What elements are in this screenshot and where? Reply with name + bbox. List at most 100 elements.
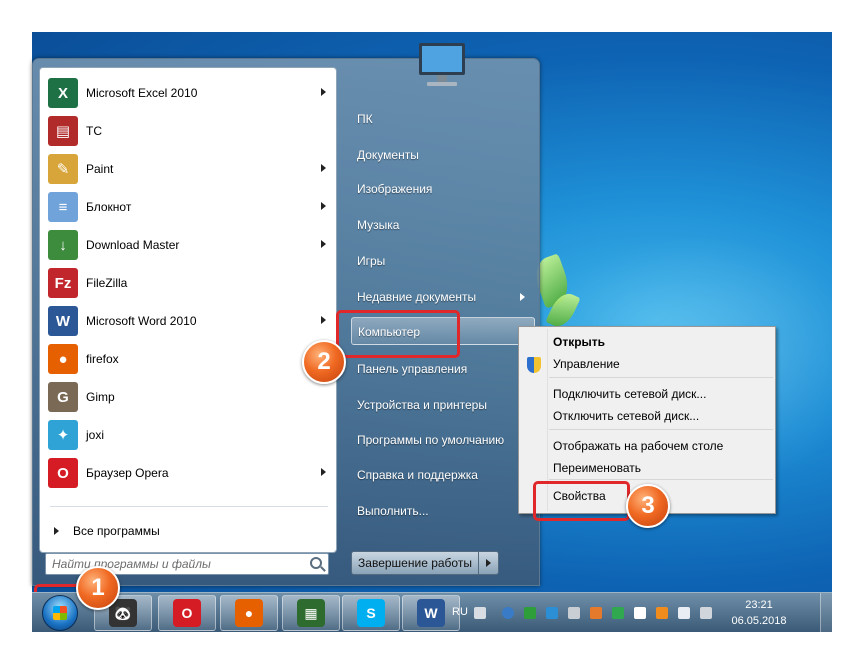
- flag-icon[interactable]: [634, 607, 646, 619]
- arrow-right-icon: [321, 88, 326, 96]
- arrow-right-icon: [321, 468, 326, 476]
- start-menu: Все программы X Microsoft Excel 2010 ▤ TC ✎ P…: [32, 43, 540, 586]
- program-label: Paint: [86, 162, 114, 176]
- program-label: joxi: [86, 428, 105, 442]
- signal-icon[interactable]: [678, 607, 690, 619]
- arrow-right-icon: [321, 164, 326, 172]
- all-programs-label: Все программы: [73, 524, 160, 538]
- volume-icon[interactable]: [700, 607, 712, 619]
- taskbar-button[interactable]: W: [402, 595, 460, 631]
- step-marker-2: 2: [302, 340, 346, 384]
- places-item[interactable]: Панель управления: [351, 355, 535, 383]
- search-icon[interactable]: [310, 557, 322, 569]
- skype-icon: S: [357, 599, 385, 627]
- context-menu-item[interactable]: Отключить сетевой диск...: [553, 405, 769, 427]
- program-item[interactable]: ✦ joxi: [42, 417, 334, 453]
- places-item[interactable]: ПК: [351, 105, 535, 133]
- firefox-icon: ●: [48, 344, 78, 374]
- program-item[interactable]: ▤ TC: [42, 113, 334, 149]
- leaf-icon[interactable]: [612, 607, 624, 619]
- places-item[interactable]: Программы по умолчанию: [351, 426, 535, 454]
- uac-shield-icon: [527, 357, 541, 373]
- context-menu-item[interactable]: Управление: [553, 353, 769, 375]
- places-label: Музыка: [357, 218, 400, 232]
- places-item[interactable]: Изображения: [351, 175, 535, 203]
- taskbar-button[interactable]: ●: [220, 595, 278, 631]
- transfer-icon[interactable]: [590, 607, 602, 619]
- shield-check-icon[interactable]: [524, 607, 536, 619]
- places-label: Устройства и принтеры: [357, 398, 487, 412]
- context-menu-item[interactable]: Подключить сетевой диск...: [553, 383, 769, 405]
- highlight-properties: [533, 481, 630, 521]
- places-label: Выполнить...: [357, 504, 429, 518]
- program-item[interactable]: ↓ Download Master: [42, 227, 334, 263]
- context-menu-item[interactable]: Отображать на рабочем столе: [553, 435, 769, 457]
- program-item[interactable]: ● firefox: [42, 341, 334, 377]
- telegram-icon[interactable]: [546, 607, 558, 619]
- places-item[interactable]: Игры: [351, 247, 535, 275]
- program-label: Блокнот: [86, 200, 132, 214]
- menu-separator: [549, 479, 773, 480]
- taskbar-button[interactable]: S: [342, 595, 400, 631]
- program-item[interactable]: W Microsoft Word 2010: [42, 303, 334, 339]
- filezilla-icon: Fz: [48, 268, 78, 298]
- taskbar-button[interactable]: ▦: [282, 595, 340, 631]
- network-globe-icon[interactable]: [502, 607, 514, 619]
- arrow-right-icon: [54, 527, 59, 535]
- step-marker-3: 3: [626, 484, 670, 528]
- program-label: Download Master: [86, 238, 180, 252]
- gimp-icon: G: [48, 382, 78, 412]
- places-item[interactable]: Устройства и принтеры: [351, 391, 535, 419]
- places-label: ПК: [357, 112, 373, 126]
- shutdown-button[interactable]: Завершение работы: [351, 551, 479, 575]
- task-manager-icon: ▦: [297, 599, 325, 627]
- places-label: Изображения: [357, 182, 433, 196]
- opera-icon: O: [48, 458, 78, 488]
- places-item[interactable]: Недавние документы: [351, 283, 535, 311]
- places-item[interactable]: Музыка: [351, 211, 535, 239]
- program-label: TC: [86, 124, 102, 138]
- total-commander-icon: ▤: [48, 116, 78, 146]
- taskbar: RU 23:21 06.05.2018 🐼O●▦SW: [32, 592, 832, 633]
- notepad-icon: ≡: [48, 192, 78, 222]
- program-item[interactable]: O Браузер Opera: [42, 455, 334, 491]
- show-desktop-button[interactable]: [820, 593, 832, 633]
- word-icon: W: [48, 306, 78, 336]
- places-item[interactable]: Справка и поддержка: [351, 461, 535, 489]
- places-label: Панель управления: [357, 362, 468, 376]
- context-menu-item[interactable]: Открыть: [553, 331, 769, 353]
- taskbar-button[interactable]: O: [158, 595, 216, 631]
- program-item[interactable]: Fz FileZilla: [42, 265, 334, 301]
- clock[interactable]: 23:21 06.05.2018: [724, 597, 794, 629]
- download-master-icon: ↓: [48, 230, 78, 260]
- places-item[interactable]: Документы: [351, 141, 535, 169]
- arrow-right-icon: [520, 293, 525, 301]
- program-item[interactable]: G Gimp: [42, 379, 334, 415]
- program-item[interactable]: ✎ Paint: [42, 151, 334, 187]
- program-item[interactable]: ≡ Блокнот: [42, 189, 334, 225]
- clock-date: 06.05.2018: [731, 615, 787, 627]
- all-programs-item[interactable]: Все программы: [42, 516, 334, 546]
- places-label: Справка и поддержка: [357, 468, 478, 482]
- keyboard-icon[interactable]: [474, 607, 486, 619]
- word-icon: W: [417, 599, 445, 627]
- excel-icon: X: [48, 78, 78, 108]
- start-button[interactable]: [42, 595, 78, 631]
- menu-separator: [549, 377, 773, 378]
- usb-icon[interactable]: [568, 607, 580, 619]
- program-label: Браузер Opera: [86, 466, 169, 480]
- joxi-icon: ✦: [48, 420, 78, 450]
- program-item[interactable]: X Microsoft Excel 2010: [42, 75, 334, 111]
- places-label: Программы по умолчанию: [357, 433, 505, 447]
- arrow-right-icon: [321, 316, 326, 324]
- program-label: Gimp: [86, 390, 115, 404]
- search-placeholder: Найти программы и файлы: [52, 557, 211, 571]
- context-menu-item[interactable]: Переименовать: [553, 457, 769, 479]
- program-label: firefox: [86, 352, 119, 366]
- shutdown-options-button[interactable]: [479, 551, 499, 575]
- places-item[interactable]: Выполнить...: [351, 497, 535, 525]
- avast-icon[interactable]: [656, 607, 668, 619]
- firefox-icon: ●: [235, 599, 263, 627]
- opera-icon: O: [173, 599, 201, 627]
- shutdown-label: Завершение работы: [358, 556, 472, 570]
